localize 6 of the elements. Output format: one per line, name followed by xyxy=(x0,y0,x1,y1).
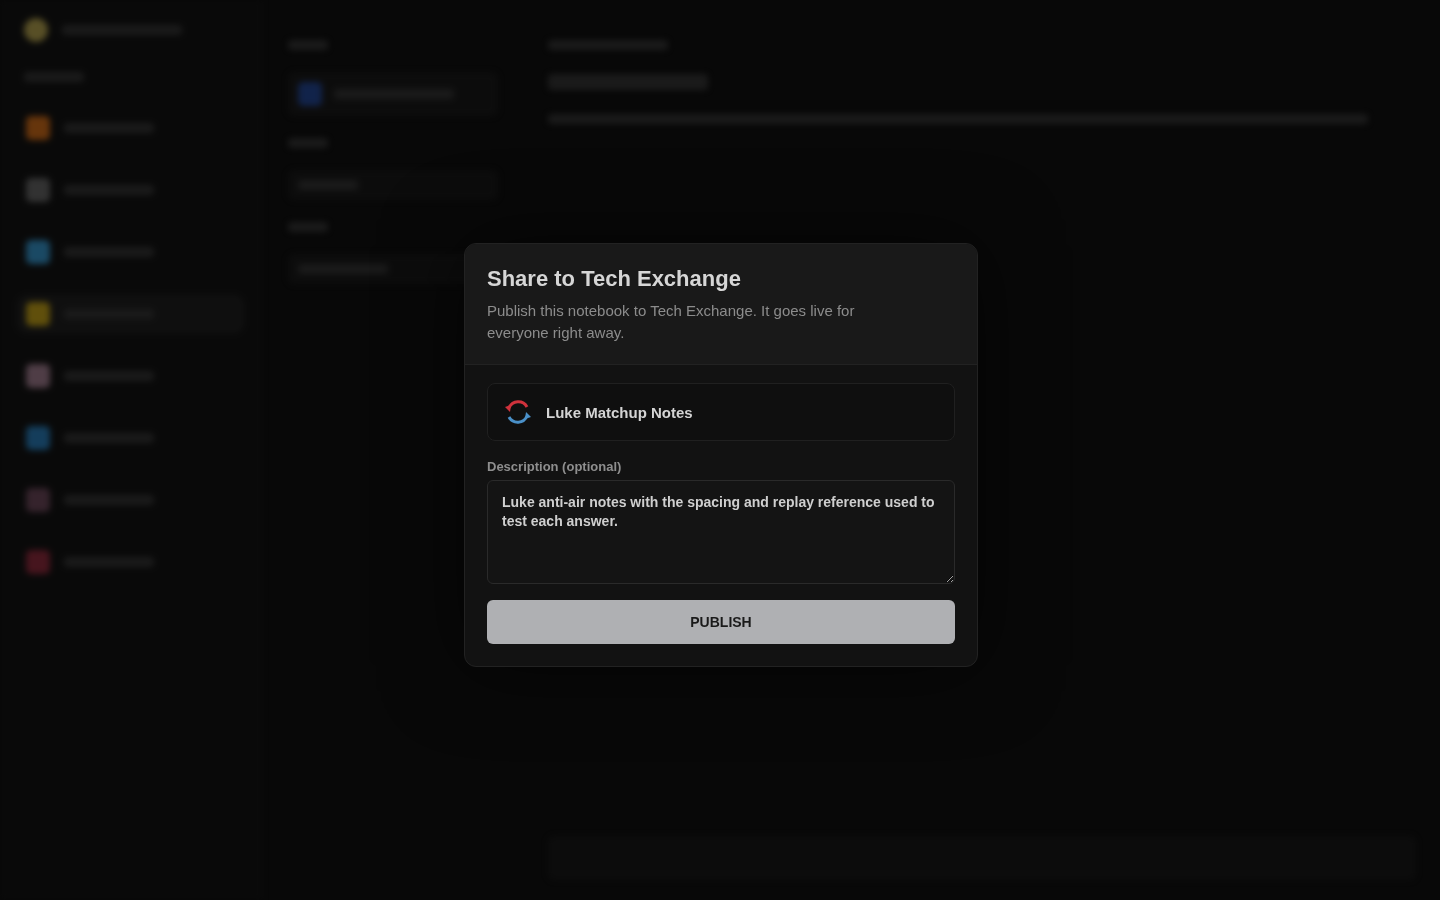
description-field[interactable]: Luke anti-air notes with the spacing and replay reference used to test each answer. xyxy=(487,480,955,584)
publish-button[interactable]: PUBLISH xyxy=(487,600,955,644)
field-label: Description (optional) xyxy=(487,459,623,474)
dialog-title: Share to Tech Exchange xyxy=(487,266,742,292)
dialog-subtitle: Publish this notebook to Tech Exchange. It goes live for everyone right away. xyxy=(487,301,856,343)
notebook-name: Luke Matchup Notes xyxy=(546,403,693,421)
